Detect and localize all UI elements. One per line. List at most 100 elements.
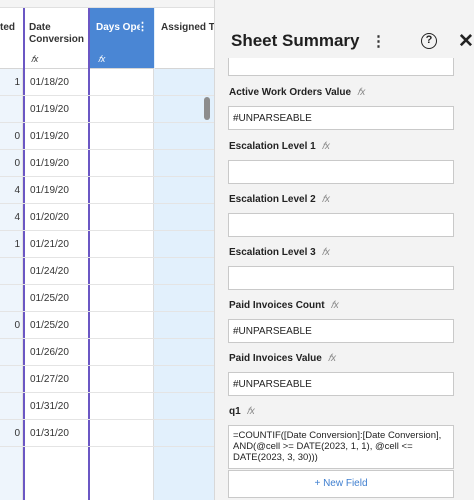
- table-row[interactable]: 1 01/21/20: [0, 231, 214, 258]
- fx-icon: 𝑓x: [321, 141, 330, 152]
- summary-field-input[interactable]: [228, 266, 454, 290]
- summary-field-input[interactable]: =COUNTIF([Date Conversion]:[Date Convers…: [228, 425, 454, 469]
- cell-marker: [88, 106, 90, 112]
- column-menu-icon[interactable]: ⋮: [137, 20, 148, 33]
- table-row[interactable]: 01/31/20: [0, 393, 214, 420]
- cell-date-conversion[interactable]: 01/18/20: [30, 77, 69, 88]
- summary-field-label: Escalation Level 1 𝑓x: [229, 141, 330, 152]
- fx-icon: 𝑓x: [321, 194, 330, 205]
- summary-field-label: Active Work Orders Value 𝑓x: [229, 87, 365, 98]
- panel-title: Sheet Summary: [231, 31, 360, 50]
- cell-a[interactable]: 0: [0, 320, 20, 331]
- summary-field-label: Escalation Level 2 𝑓x: [229, 194, 330, 205]
- cell-a[interactable]: 4: [0, 212, 20, 223]
- sheet-summary-panel: Sheet Summary ⋮ ? ✕ Active Work Orders V…: [214, 0, 474, 500]
- summary-field-label: q1 𝑓x: [229, 406, 255, 417]
- cell-a[interactable]: 4: [0, 185, 20, 196]
- column-header-days-open[interactable]: Days Ope ⋮ 𝑓x: [90, 8, 154, 69]
- fx-icon: 𝑓x: [246, 406, 255, 417]
- cell-date-conversion[interactable]: 01/24/20: [30, 266, 69, 277]
- summary-field-label: Paid Invoices Value 𝑓x: [229, 353, 336, 364]
- new-field-button[interactable]: + New Field: [228, 470, 454, 498]
- field-name: Paid Invoices Value: [229, 353, 322, 364]
- cell-date-conversion[interactable]: 01/21/20: [30, 239, 69, 250]
- summary-field-input[interactable]: #UNPARSEABLE: [228, 319, 454, 343]
- summary-field-input[interactable]: #UNPARSEABLE: [228, 372, 454, 396]
- help-icon[interactable]: ?: [421, 33, 437, 49]
- table-row[interactable]: 1 01/18/20: [0, 69, 214, 96]
- cell-a[interactable]: 0: [0, 428, 20, 439]
- fx-icon: 𝑓x: [327, 353, 336, 364]
- cell-a[interactable]: 0: [0, 158, 20, 169]
- app-root: ted Date Conversion 𝑓x Days Ope ⋮ 𝑓x Ass…: [0, 0, 474, 500]
- field-name: Paid Invoices Count: [229, 300, 325, 311]
- table-row[interactable]: 4 01/20/20: [0, 204, 214, 231]
- cell-marker: [88, 376, 90, 382]
- more-options-icon[interactable]: ⋮: [371, 32, 386, 50]
- table-row[interactable]: 01/26/20: [0, 339, 214, 366]
- cell-date-conversion[interactable]: 01/31/20: [30, 401, 69, 412]
- cell-marker: [88, 430, 90, 436]
- cell-date-conversion[interactable]: 01/19/20: [30, 158, 69, 169]
- summary-field-input[interactable]: [228, 213, 454, 237]
- cell-a[interactable]: 1: [0, 77, 20, 88]
- toolbar-strip: [0, 0, 214, 8]
- vertical-scrollbar[interactable]: [204, 97, 210, 120]
- summary-field-input[interactable]: [228, 58, 454, 76]
- cell-marker: [88, 160, 90, 166]
- table-row[interactable]: 0 01/19/20: [0, 123, 214, 150]
- panel-header: Sheet Summary ⋮ ? ✕: [215, 0, 474, 52]
- table-row[interactable]: 01/19/20: [0, 96, 214, 123]
- summary-field-input[interactable]: [228, 160, 454, 184]
- cell-marker: [88, 268, 90, 274]
- field-name: q1: [229, 406, 241, 417]
- cell-marker: [88, 79, 90, 85]
- field-name: Escalation Level 2: [229, 194, 316, 205]
- table-row[interactable]: 0 01/31/20: [0, 420, 214, 447]
- summary-field-label: Escalation Level 3 𝑓x: [229, 247, 330, 258]
- fx-icon: 𝑓x: [330, 300, 339, 311]
- column-header-a[interactable]: ted: [0, 8, 23, 69]
- cell-date-conversion[interactable]: 01/19/20: [30, 185, 69, 196]
- summary-field-label: Paid Invoices Count 𝑓x: [229, 300, 339, 311]
- table-row[interactable]: 0 01/19/20: [0, 150, 214, 177]
- fx-icon: 𝑓x: [357, 87, 366, 98]
- field-name: Active Work Orders Value: [229, 87, 352, 98]
- cell-date-conversion[interactable]: 01/19/20: [30, 131, 69, 142]
- column-header-label: Date Conversion: [29, 22, 85, 45]
- cell-marker: [88, 133, 90, 139]
- cell-date-conversion[interactable]: 01/31/20: [30, 428, 69, 439]
- field-name: Escalation Level 1: [229, 141, 316, 152]
- cell-marker: [88, 214, 90, 220]
- cell-marker: [88, 403, 90, 409]
- table-row[interactable]: 4 01/19/20: [0, 177, 214, 204]
- cell-a[interactable]: 0: [0, 131, 20, 142]
- column-header-label: Days Ope: [96, 22, 140, 33]
- cell-a[interactable]: 1: [0, 239, 20, 250]
- column-header-label: ted: [0, 22, 15, 33]
- cell-marker: [88, 241, 90, 247]
- table-row[interactable]: 01/24/20: [0, 258, 214, 285]
- close-icon[interactable]: ✕: [458, 30, 474, 53]
- cell-date-conversion[interactable]: 01/25/20: [30, 293, 69, 304]
- column-header-assigned-to[interactable]: Assigned To: [155, 8, 214, 69]
- table-row[interactable]: 0 01/25/20: [0, 312, 214, 339]
- cell-date-conversion[interactable]: 01/26/20: [30, 347, 69, 358]
- fx-icon: 𝑓x: [321, 247, 330, 258]
- cell-date-conversion[interactable]: 01/27/20: [30, 374, 69, 385]
- cell-date-conversion[interactable]: 01/19/20: [30, 104, 69, 115]
- column-header-label: Assigned To: [161, 22, 214, 33]
- table-row[interactable]: 01/27/20: [0, 366, 214, 393]
- table-row[interactable]: 01/25/20: [0, 285, 214, 312]
- cell-date-conversion[interactable]: 01/25/20: [30, 320, 69, 331]
- cell-marker: [88, 187, 90, 193]
- column-header-date-conversion[interactable]: Date Conversion 𝑓x: [25, 8, 88, 69]
- cell-marker: [88, 322, 90, 328]
- summary-field-input[interactable]: #UNPARSEABLE: [228, 106, 454, 130]
- fx-icon: 𝑓x: [98, 54, 106, 64]
- sheet-grid: ted Date Conversion 𝑓x Days Ope ⋮ 𝑓x Ass…: [0, 0, 214, 500]
- cell-marker: [88, 349, 90, 355]
- cell-date-conversion[interactable]: 01/20/20: [30, 212, 69, 223]
- fx-icon: 𝑓x: [31, 54, 39, 64]
- cell-marker: [88, 295, 90, 301]
